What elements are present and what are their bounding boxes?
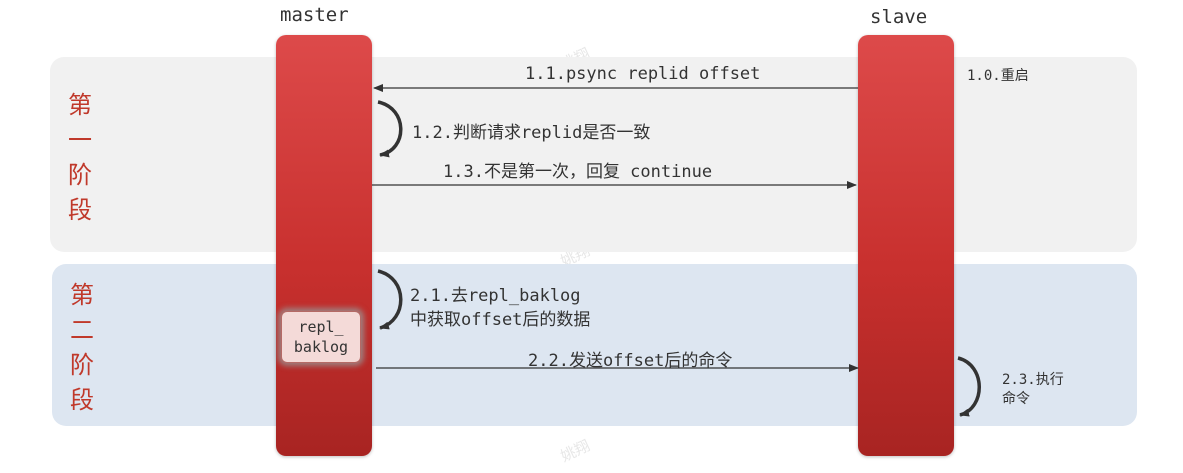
loop-arrow-2-1	[377, 269, 403, 330]
loop-arrow-2-3	[957, 356, 981, 417]
step-2-1-label-line1: 2.1.去repl_baklog	[410, 286, 581, 306]
step-2-2-label: 2.2.发送offset后的命令	[528, 351, 733, 371]
step-2-1-label-line2: 中获取offset后的数据	[410, 310, 591, 330]
step-1-3-label: 1.3.不是第一次，回复 continue	[443, 162, 713, 182]
step-2-3-label-line1: 2.3.执行	[1002, 372, 1064, 388]
step-2-3-label-line2: 命令	[1002, 391, 1030, 407]
loop-arrow-1-2	[377, 100, 403, 158]
step-1-2-label: 1.2.判断请求replid是否一致	[412, 123, 651, 143]
step-1-1-label: 1.1.psync replid offset	[525, 64, 761, 84]
step-1-0-label: 1.0.重启	[967, 68, 1029, 84]
